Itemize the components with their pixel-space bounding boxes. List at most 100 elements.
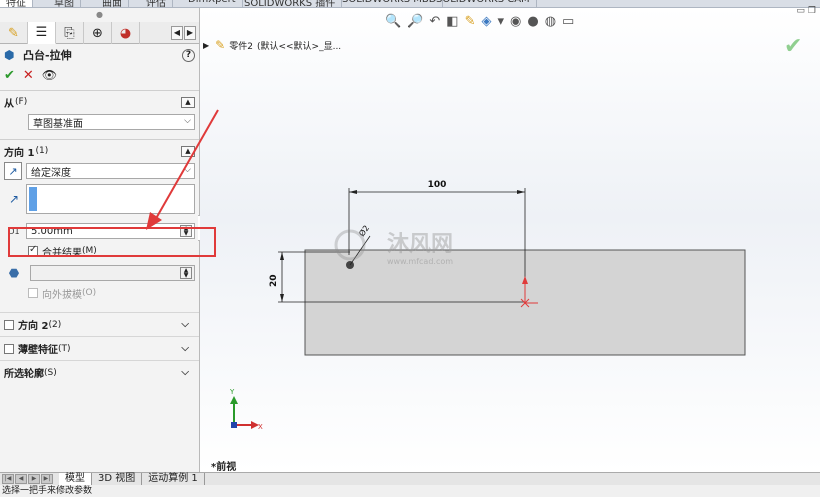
bottom-tab-nav: |◀ ◀ ▶ ▶| bbox=[0, 474, 53, 484]
expand-arrow-icon[interactable]: ▶ bbox=[203, 41, 209, 50]
end-condition-value: 给定深度 bbox=[31, 167, 71, 179]
pm-header: ⬢ 凸台-拉伸 ? bbox=[0, 44, 199, 66]
panel-grip[interactable]: ● bbox=[0, 8, 199, 22]
draft-outward-row: 向外拔模 (O) bbox=[4, 284, 195, 302]
minimize-icon[interactable]: ▭ bbox=[796, 6, 805, 16]
reverse-direction-icon[interactable]: ↗ bbox=[4, 162, 22, 180]
from-select-value: 草图基准面 bbox=[33, 118, 83, 130]
chevron-down-icon: ⌵ bbox=[184, 165, 191, 175]
hide-show-icon[interactable]: ◉ bbox=[510, 14, 521, 29]
direction-arrow-icon: ↗ bbox=[8, 192, 20, 206]
manager-tab-nav: ◀ ▶ bbox=[171, 22, 199, 43]
property-manager-tab[interactable]: ☰ bbox=[28, 22, 56, 44]
from-group-title: 从 (F) ▲ bbox=[4, 93, 195, 111]
display-style-icon[interactable]: ▾ bbox=[497, 14, 504, 29]
view-orientation-icon[interactable]: ◈ bbox=[481, 14, 491, 29]
last-tab-button[interactable]: ▶| bbox=[41, 474, 53, 484]
direction-vector-row: ↗ bbox=[4, 182, 195, 216]
first-tab-button[interactable]: |◀ bbox=[2, 474, 14, 484]
thin-feature-checkbox[interactable] bbox=[4, 343, 14, 354]
draft-icon[interactable]: ⬣ bbox=[4, 263, 24, 283]
view-settings-icon[interactable]: ▭ bbox=[562, 14, 574, 29]
feature-tree-flyout: ▶ ✎ 零件2 (默认<<默认>_显... bbox=[203, 38, 341, 52]
draft-angle-input[interactable]: ▲ ▼ bbox=[30, 265, 195, 281]
apply-scene-icon[interactable]: ◍ bbox=[545, 14, 556, 29]
direction2-label: 方向 2 bbox=[18, 321, 49, 332]
previous-view-icon[interactable]: ↶ bbox=[429, 14, 440, 29]
boss-extrude-icon: ⬢ bbox=[4, 48, 15, 62]
pm-title: 凸台-拉伸 bbox=[23, 49, 72, 62]
tab-scroll-left-button[interactable]: ◀ bbox=[171, 25, 183, 40]
window-controls: ▭ ❐ bbox=[796, 6, 816, 16]
part-name[interactable]: 零件2 bbox=[229, 39, 253, 52]
selected-contours-section[interactable]: 所选轮廓 (S) ⌵ bbox=[0, 360, 199, 384]
graphics-area[interactable] bbox=[200, 8, 820, 472]
tab-model[interactable]: 模型 bbox=[59, 472, 92, 486]
chevron-down-icon: ⌵ bbox=[184, 116, 191, 126]
restore-icon[interactable]: ❐ bbox=[808, 6, 816, 16]
thin-feature-key: (T) bbox=[58, 343, 71, 354]
collapse-direction1-button[interactable]: ▲ bbox=[181, 145, 195, 157]
prev-tab-button[interactable]: ◀ bbox=[15, 474, 27, 484]
selection-focus-bar bbox=[29, 187, 37, 211]
thin-feature-section[interactable]: 薄壁特征 (T) ⌵ bbox=[0, 336, 199, 360]
view-name: *前视 bbox=[211, 462, 237, 473]
ribbon-tab-cam[interactable]: SOLIDWORKS CAM bbox=[430, 0, 537, 7]
help-icon[interactable]: ? bbox=[182, 48, 195, 62]
ok-check-icon[interactable]: ✔ bbox=[4, 68, 15, 83]
end-condition-select[interactable]: 给定深度 ⌵ bbox=[26, 163, 195, 179]
next-tab-button[interactable]: ▶ bbox=[28, 474, 40, 484]
tab-scroll-right-button[interactable]: ▶ bbox=[184, 25, 196, 40]
chevron-down-icon: ⌵ bbox=[181, 367, 189, 378]
ribbon-tab-sketch[interactable]: 草图 bbox=[48, 0, 81, 7]
zoom-area-icon[interactable]: 🔎 bbox=[407, 14, 423, 29]
display-manager-tab[interactable]: ◕ bbox=[112, 22, 140, 44]
edit-appearance-icon[interactable]: ● bbox=[527, 14, 538, 29]
configuration-manager-tab[interactable]: ⎘ bbox=[56, 22, 84, 44]
zoom-to-fit-icon[interactable]: 🔍 bbox=[385, 14, 401, 29]
preview-eye-icon[interactable]: 👁 bbox=[42, 68, 57, 82]
cancel-x-icon[interactable]: ✕ bbox=[23, 68, 34, 83]
property-list-icon: ☰ bbox=[35, 25, 48, 40]
feature-manager-tab[interactable]: ✎ bbox=[0, 22, 28, 44]
thin-feature-label: 薄壁特征 bbox=[18, 345, 58, 356]
dynamic-annotation-icon[interactable]: ✎ bbox=[465, 14, 476, 29]
direction2-key: (2) bbox=[48, 319, 62, 330]
direction2-section[interactable]: 方向 2 (2) ⌵ bbox=[0, 312, 199, 336]
ribbon-tab-addins[interactable]: SOLIDWORKS 插件 bbox=[238, 0, 343, 7]
status-text: 选择一把手来修改参数 bbox=[2, 486, 93, 496]
ribbon-tab-mbd[interactable]: SOLIDWORKS MBD bbox=[336, 0, 444, 7]
from-group: 从 (F) ▲ 草图基准面 ⌵ bbox=[0, 91, 199, 137]
ribbon-tab-features[interactable]: 特征 bbox=[0, 0, 33, 7]
ribbon-tab-evaluate[interactable]: 评估 bbox=[140, 0, 173, 7]
ribbon-tabs: 特征 草图 曲面 评估 DimXpert SOLIDWORKS 插件 SOLID… bbox=[0, 0, 820, 8]
end-condition-row: ↗ 给定深度 ⌵ bbox=[4, 160, 195, 182]
dimxpert-manager-tab[interactable]: ⊕ bbox=[84, 22, 112, 44]
direction1-group: 方向 1 (1) ▲ ↗ 给定深度 ⌵ ↗ D1 5.00mm ▲ ▼ ✓ 合并… bbox=[0, 140, 199, 306]
ribbon-tab-dimxpert[interactable]: DimXpert bbox=[182, 0, 243, 7]
draft-outward-checkbox[interactable] bbox=[28, 288, 38, 298]
chevron-down-icon: ⌵ bbox=[181, 319, 189, 330]
tab-3d-view[interactable]: 3D 视图 bbox=[92, 472, 143, 486]
from-row: 草图基准面 ⌵ bbox=[4, 111, 195, 133]
section-view-icon[interactable]: ◧ bbox=[446, 14, 458, 29]
collapse-from-button[interactable]: ▲ bbox=[181, 96, 195, 108]
confirm-corner-check-icon[interactable]: ✔ bbox=[784, 34, 802, 59]
heads-up-view-toolbar: 🔍 🔎 ↶ ◧ ✎ ◈ ▾ ◉ ● ◍ ▭ bbox=[385, 12, 574, 30]
direction-selection-box[interactable] bbox=[26, 184, 195, 214]
draft-spinner[interactable]: ▲ ▼ bbox=[180, 267, 192, 279]
from-select[interactable]: 草图基准面 ⌵ bbox=[28, 114, 195, 130]
manager-tabs: ✎ ☰ ⎘ ⊕ ◕ ◀ ▶ bbox=[0, 22, 199, 44]
selected-contours-key: (S) bbox=[44, 367, 57, 378]
part-config: (默认<<默认>_显... bbox=[256, 41, 342, 52]
pm-actions: ✔ ✕ 👁 bbox=[0, 66, 199, 84]
ribbon-tab-surface[interactable]: 曲面 bbox=[96, 0, 129, 7]
crosshair-icon: ⊕ bbox=[92, 25, 103, 41]
draft-outward-label: 向外拔模 bbox=[42, 289, 82, 301]
direction2-checkbox[interactable] bbox=[4, 319, 14, 330]
bottom-tabs: |◀ ◀ ▶ ▶| 模型 3D 视图 运动算例 1 bbox=[0, 472, 820, 486]
direction1-title: 方向 1 (1) ▲ bbox=[4, 142, 195, 160]
tab-motion-study[interactable]: 运动算例 1 bbox=[142, 472, 205, 486]
configuration-icon: ⎘ bbox=[64, 25, 75, 41]
part-icon: ✎ bbox=[215, 38, 226, 52]
